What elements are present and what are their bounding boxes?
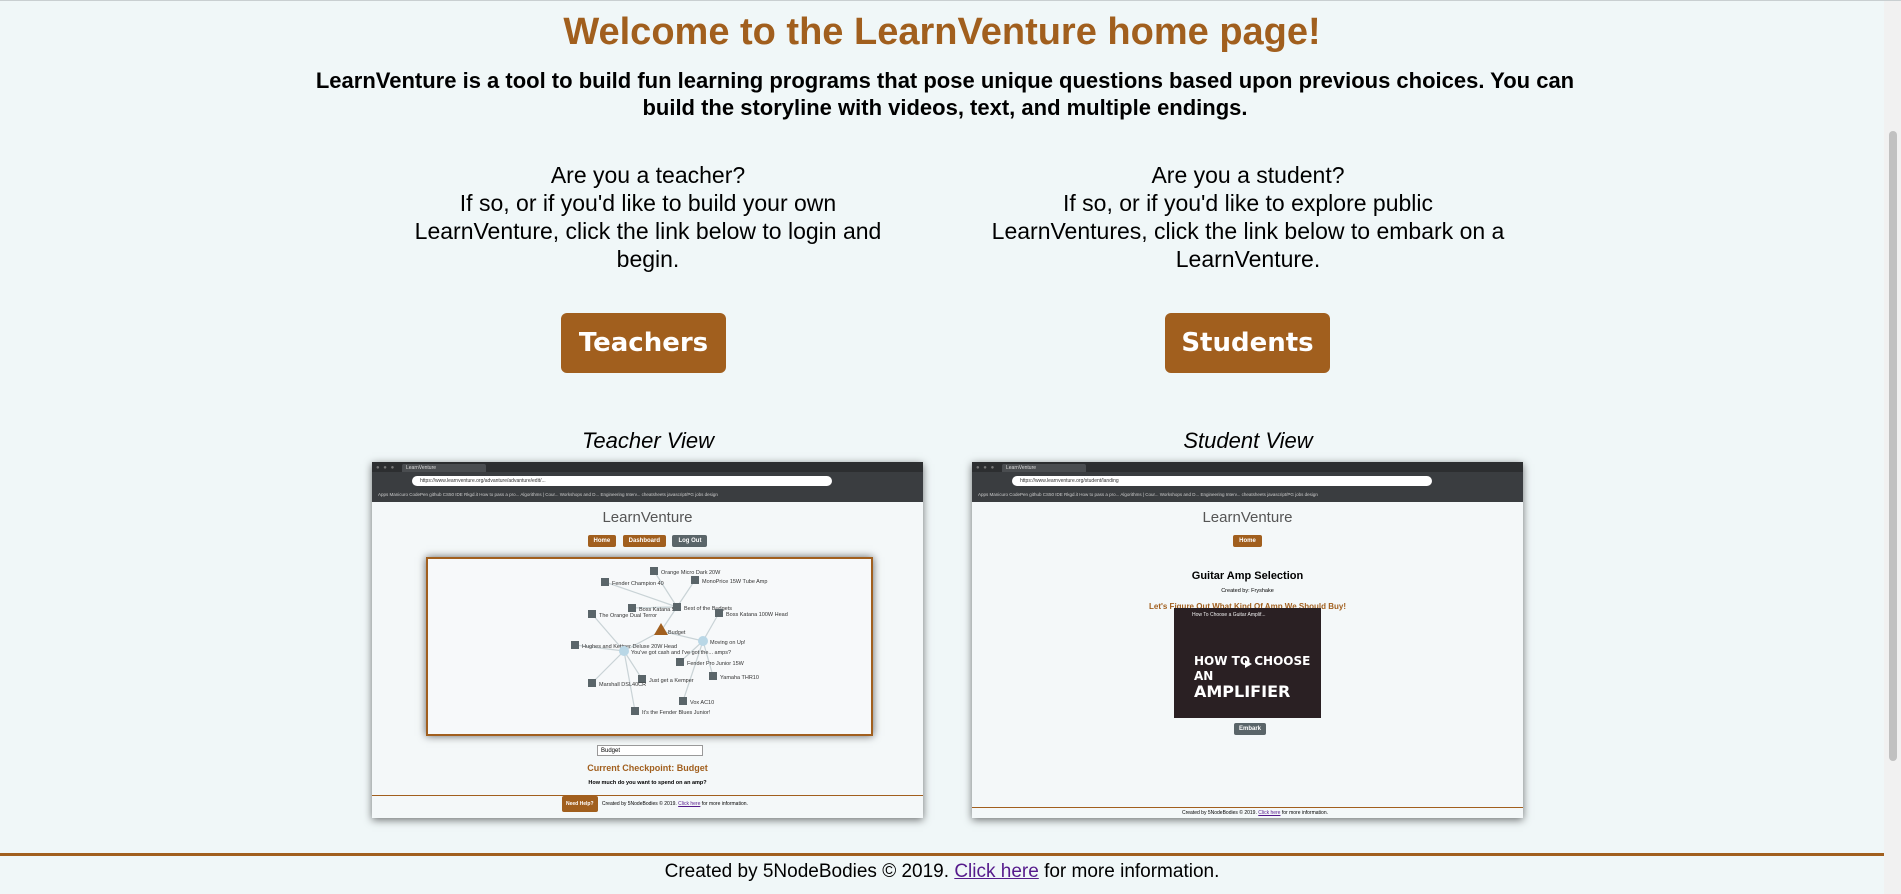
graph-node-label: Marshall DSL40CR <box>599 682 646 688</box>
teacher-prompt: Are you a teacher? If so, or if you'd li… <box>388 161 908 273</box>
browser-chrome: ● ● ● LearnVenture https://www.learnvent… <box>972 462 1523 502</box>
scrollbar-thumb[interactable] <box>1889 131 1897 761</box>
inner-brand: LearnVenture <box>602 509 693 526</box>
graph-node-ending <box>588 679 596 687</box>
checkpoint-select: Budget <box>597 745 703 756</box>
graph-node-label: The Orange Dual Terror <box>599 613 657 619</box>
current-checkpoint: Current Checkpoint: Budget <box>587 763 708 773</box>
inner-footer: Need Help? Created by 5NodeBodies © 2019… <box>372 795 923 812</box>
page-scrollbar[interactable] <box>1884 1 1901 894</box>
intro-text: LearnVenture is a tool to build fun lear… <box>315 68 1575 120</box>
students-button[interactable]: Students <box>1165 313 1330 373</box>
video-thumbnail: How To Choose a Guitar Amplif... HOW TO … <box>1174 608 1321 718</box>
graph-node-ending <box>601 578 609 586</box>
graph-node-label: Budget <box>668 630 686 636</box>
window-controls-icon: ● ● ● <box>376 465 396 471</box>
graph-edge <box>702 640 714 677</box>
graph-node-ending <box>588 610 596 618</box>
adventure-author: Created by: Fryshake <box>1221 588 1274 594</box>
inner-footer-tail: for more information. <box>701 801 748 807</box>
graph-node-label: Boss Katana 100W Head <box>726 612 788 618</box>
page-footer: Created by 5NodeBodies © 2019. Click her… <box>0 853 1884 883</box>
inner-brand: LearnVenture <box>1202 509 1293 526</box>
graph-edge <box>676 579 696 608</box>
graph-node-label: Fender Pro Junior 15W <box>687 661 745 667</box>
student-description: If so, or if you'd like to explore publi… <box>991 190 1505 272</box>
video-text-line2: AMPLIFIER <box>1194 682 1291 701</box>
student-question: Are you a student? <box>1151 162 1345 188</box>
inner-footer-text: Created by 5NodeBodies © 2019. <box>601 801 677 807</box>
graph-node-label: It's the Fender Blues Junior! <box>642 710 711 716</box>
inner-nav: Home Dashboard Log Out <box>372 529 923 547</box>
graph-node-checkpoint <box>619 646 629 656</box>
play-icon <box>1245 660 1252 668</box>
url-bar: https://www.learnventure.org/student/lan… <box>1012 476 1432 486</box>
browser-tab: LearnVenture <box>1002 464 1086 472</box>
inner-footer-tail: for more information. <box>1281 810 1328 816</box>
page-title: Welcome to the LearnVenture home page! <box>563 11 1321 53</box>
graph-node-checkpoint <box>698 636 708 646</box>
graph-edge <box>591 650 625 684</box>
student-view-screenshot: ● ● ● LearnVenture https://www.learnvent… <box>972 462 1523 818</box>
graph-edge <box>653 570 678 608</box>
footer-link[interactable]: Click here <box>954 861 1038 882</box>
teacher-view-screenshot: ● ● ● LearnVenture https://www.learnvent… <box>372 462 923 818</box>
story-graph-canvas: Orange Micro Dark 20W Fender Champion 40 M… <box>571 567 788 716</box>
footer-tail: for more information. <box>1044 861 1220 882</box>
teacher-view-label: Teacher View <box>581 428 715 453</box>
embark-button: Embark <box>1234 723 1267 735</box>
teacher-question: Are you a teacher? <box>550 162 746 188</box>
footer-text: Created by 5NodeBodies © 2019. <box>664 861 950 882</box>
inner-footer-text: Created by 5NodeBodies © 2019. <box>1182 810 1257 816</box>
graph-node-start <box>654 623 668 635</box>
video-overlay-text: HOW TO CHOOSE AN AMPLIFIER <box>1194 654 1321 701</box>
inner-nav: Home <box>972 529 1523 547</box>
bookmarks-bar: Apps Manicuro CodePen github CS50 IDE Rk… <box>978 492 1318 497</box>
graph-node-ending <box>691 576 699 584</box>
graph-node-ending <box>628 604 636 612</box>
adventure-title: Guitar Amp Selection <box>1191 570 1304 582</box>
video-title: How To Choose a Guitar Amplif... <box>1192 612 1266 618</box>
graph-node-label: Orange Micro Dark 20W <box>661 570 721 576</box>
graph-node-label: MonoPrice 15W Tube Amp <box>702 579 767 585</box>
inner-footer: Created by 5NodeBodies © 2019. Click her… <box>972 807 1523 818</box>
inner-footer-link: Click here <box>678 801 701 807</box>
graph-node-label: Fender Champion 40 <box>612 581 664 587</box>
graph-node-ending <box>709 672 717 680</box>
inner-footer-link: Click here <box>1258 810 1281 816</box>
inner-home-button: Home <box>1233 535 1262 547</box>
teachers-button[interactable]: Teachers <box>561 313 726 373</box>
student-prompt: Are you a student? If so, or if you'd li… <box>988 161 1508 273</box>
graph-node-ending <box>676 658 684 666</box>
graph-node-ending <box>650 567 658 575</box>
url-bar: https://www.learnventure.org/advanture/a… <box>412 476 832 486</box>
graph-node-label: Yamaha THR10 <box>720 675 759 681</box>
graph-node-ending <box>673 603 681 611</box>
graph-node-ending <box>715 609 723 617</box>
browser-tab: LearnVenture <box>402 464 486 472</box>
teacher-description: If so, or if you'd like to build your ow… <box>414 190 882 272</box>
graph-node-label: Vox AC10 <box>690 700 714 706</box>
video-text-line1: HOW TO CHOOSE AN <box>1194 654 1311 683</box>
graph-node-ending <box>631 707 639 715</box>
inner-dashboard-button: Dashboard <box>622 535 666 547</box>
window-controls-icon: ● ● ● <box>976 465 996 471</box>
checkpoint-question: How much do you want to spend on an amp? <box>588 780 707 786</box>
bookmarks-bar: Apps Manicuro CodePen github CS50 IDE Rk… <box>378 492 718 497</box>
student-view-label: Student View <box>1183 428 1313 453</box>
graph-node-label: You've got cash and I've got the... amps… <box>631 650 731 656</box>
need-help-button: Need Help? <box>562 796 598 812</box>
browser-chrome: ● ● ● LearnVenture https://www.learnvent… <box>372 462 923 502</box>
graph-node-ending <box>571 641 579 649</box>
graph-node-label: Moving on Up! <box>710 640 746 646</box>
graph-node-ending <box>679 697 687 705</box>
graph-node-label: Just get a Kemper <box>649 678 694 684</box>
inner-home-button: Home <box>587 535 617 547</box>
story-graph: Orange Micro Dark 20W Fender Champion 40 M… <box>426 557 873 736</box>
inner-logout-button: Log Out <box>672 535 708 547</box>
